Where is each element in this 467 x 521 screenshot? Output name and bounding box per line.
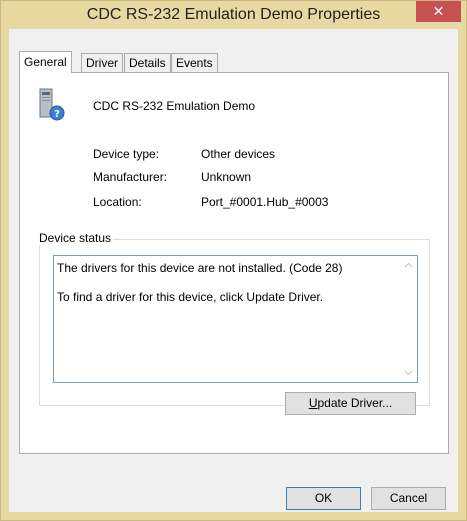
- scroll-down-icon[interactable]: [404, 368, 413, 377]
- tab-events[interactable]: Events: [171, 53, 218, 72]
- device-type-label: Device type:: [93, 147, 160, 161]
- status-line-2: To find a driver for this device, click …: [57, 290, 324, 304]
- cancel-button[interactable]: Cancel: [371, 487, 446, 510]
- manufacturer-value: Unknown: [201, 170, 252, 184]
- unknown-device-icon: ?: [37, 87, 67, 121]
- update-driver-label: pdate Driver...: [317, 396, 393, 410]
- general-tab-panel: ? CDC RS-232 Emulation Demo Device type:…: [19, 72, 449, 454]
- status-scrollbar[interactable]: [400, 256, 417, 382]
- close-button[interactable]: ✕: [416, 1, 461, 22]
- ok-button[interactable]: OK: [286, 487, 361, 510]
- tab-general[interactable]: General: [19, 51, 72, 73]
- device-status-textbox[interactable]: The drivers for this device are not inst…: [53, 255, 418, 383]
- device-type-value: Other devices: [201, 147, 276, 161]
- status-line-1: The drivers for this device are not inst…: [57, 261, 343, 275]
- device-name: CDC RS-232 Emulation Demo: [93, 99, 256, 113]
- tab-details[interactable]: Details: [124, 53, 171, 72]
- location-label: Location:: [93, 195, 142, 209]
- title-bar[interactable]: CDC RS-232 Emulation Demo Properties ✕: [1, 1, 466, 29]
- scroll-up-icon[interactable]: [404, 261, 413, 270]
- manufacturer-label: Manufacturer:: [93, 170, 168, 184]
- update-driver-button[interactable]: Update Driver...: [285, 392, 416, 415]
- tab-driver[interactable]: Driver: [81, 53, 123, 72]
- window-title: CDC RS-232 Emulation Demo Properties: [86, 6, 381, 23]
- svg-text:?: ?: [54, 109, 60, 120]
- location-value: Port_#0001.Hub_#0003: [201, 195, 329, 209]
- properties-dialog: CDC RS-232 Emulation Demo Properties ✕ G…: [0, 0, 467, 521]
- device-status-title: Device status: [37, 231, 114, 245]
- close-icon: ✕: [432, 3, 445, 19]
